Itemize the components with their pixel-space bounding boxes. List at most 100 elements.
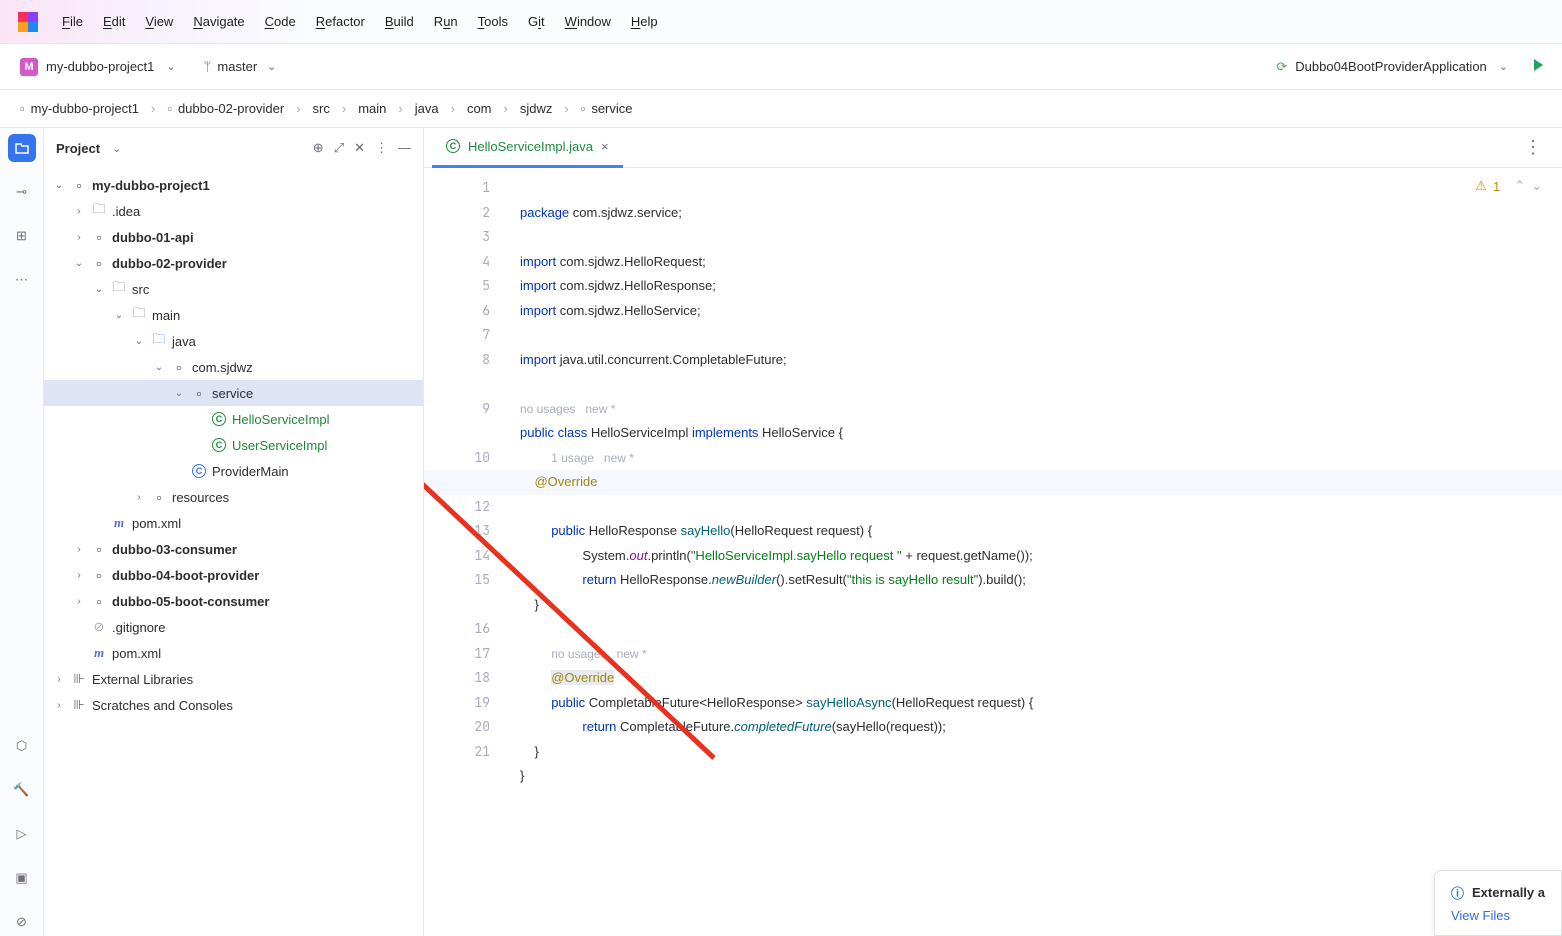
menu-navigate[interactable]: Navigate [183,10,254,33]
module-icon: ▫ [90,256,108,271]
close-icon[interactable]: × [601,139,609,154]
tree-node-root[interactable]: ⌄▫my-dubbo-project1 [44,172,423,198]
module-icon: ▫ [90,594,108,609]
chevron-down-icon[interactable]: ⌄ [112,310,126,321]
ignore-icon: ⊘ [90,619,108,635]
breadcrumb-item[interactable]: ▫my-dubbo-project1 [16,99,143,118]
terminal-tool-button[interactable]: ▣ [8,864,36,892]
project-icon: M [20,58,38,76]
select-opened-icon[interactable]: ⊕ [313,140,324,156]
tree-node[interactable]: ›🗀.idea [44,198,423,224]
chevron-right-icon: › [342,101,346,116]
maven-icon: m [90,645,108,661]
menu-tools[interactable]: Tools [468,10,518,33]
chevron-down-icon[interactable]: ⌄ [52,180,66,191]
chevron-right-icon[interactable]: › [132,492,146,503]
inspection-badge[interactable]: ⚠ 1 ⌃ ⌄ [1475,178,1542,194]
services-tool-button[interactable]: ⬡ [8,732,36,760]
chevron-right-icon[interactable]: › [52,700,66,711]
build-tool-button[interactable]: 🔨 [8,776,36,804]
scratches-icon: ⊪ [70,697,88,713]
menu-edit[interactable]: Edit [93,10,135,33]
chevron-right-icon[interactable]: › [72,544,86,555]
project-selector[interactable]: M my-dubbo-project1 ⌄ [12,54,184,80]
structure-tool-button[interactable]: ⊞ [8,222,36,250]
expand-all-icon[interactable]: ⤢ [334,140,344,156]
run-config-selector[interactable]: ⟳ Dubbo04BootProviderApplication ⌄ [1266,55,1518,79]
tree-node[interactable]: ⌄▫dubbo-02-provider [44,250,423,276]
hide-icon[interactable]: — [398,140,411,156]
breadcrumb-item[interactable]: ▫service [577,99,637,118]
chevron-down-icon[interactable]: ⌄ [112,142,121,155]
tree-node-file[interactable]: mpom.xml [44,510,423,536]
menu-run[interactable]: Run [424,10,468,33]
branch-selector[interactable]: ᛘ master ⌄ [196,55,285,78]
menu-build[interactable]: Build [375,10,424,33]
tree-node[interactable]: ›⊪Scratches and Consoles [44,692,423,718]
collapse-icon[interactable]: ✕ [354,140,365,156]
class-icon: C [446,139,460,153]
tab-options-icon[interactable]: ⋮ [1512,137,1554,158]
tree-node-file[interactable]: CProviderMain [44,458,423,484]
menu-window[interactable]: Window [555,10,621,33]
tree-node[interactable]: ⌄🗀src [44,276,423,302]
tree-node-file[interactable]: CUserServiceImpl [44,432,423,458]
menu-view[interactable]: View [135,10,183,33]
editor-tab[interactable]: C HelloServiceImpl.java × [432,128,623,168]
tree-node-file[interactable]: CHelloServiceImpl [44,406,423,432]
chevron-right-icon: › [451,101,455,116]
chevron-down-icon[interactable]: ⌄ [92,284,106,295]
run-tool-button[interactable]: ▷ [8,820,36,848]
breadcrumb-item[interactable]: ▫dubbo-02-provider [163,99,288,118]
chevron-down-icon[interactable]: ⌄ [1531,178,1542,194]
chevron-down-icon[interactable]: ⌄ [152,362,166,373]
chevron-right-icon[interactable]: › [72,596,86,607]
chevron-right-icon[interactable]: › [52,674,66,685]
view-files-link[interactable]: View Files [1451,908,1545,923]
breadcrumb-item[interactable]: sjdwz [516,99,557,118]
commit-tool-button[interactable]: ⊸ [8,178,36,206]
tree-node-file[interactable]: mpom.xml [44,640,423,666]
breadcrumb-item[interactable]: src [309,99,334,118]
chevron-right-icon: › [564,101,568,116]
code-area[interactable]: 123456789101112131415161718192021 packag… [424,168,1562,936]
run-button[interactable] [1526,53,1550,80]
tree-node[interactable]: ⌄▫com.sjdwz [44,354,423,380]
tree-node[interactable]: ⌄🗀main [44,302,423,328]
chevron-down-icon[interactable]: ⌄ [72,258,86,269]
chevron-right-icon[interactable]: › [72,570,86,581]
tree-node[interactable]: ›▫dubbo-03-consumer [44,536,423,562]
tree-node[interactable]: ›▫dubbo-04-boot-provider [44,562,423,588]
branch-icon: ᛘ [204,59,212,74]
tree-node[interactable]: ›▫dubbo-05-boot-consumer [44,588,423,614]
tree-node-file[interactable]: ⊘.gitignore [44,614,423,640]
problems-tool-button[interactable]: ⊘ [8,908,36,936]
menu-file[interactable]: File [52,10,93,33]
module-icon: ▫ [70,178,88,193]
options-icon[interactable]: ⋮ [375,140,388,156]
menu-refactor[interactable]: Refactor [306,10,375,33]
package-icon: ▫ [190,386,208,401]
breadcrumb-item[interactable]: com [463,99,496,118]
branch-name: master [217,59,257,74]
tree-node[interactable]: ›▫resources [44,484,423,510]
tree-node[interactable]: ›⊪External Libraries [44,666,423,692]
more-tool-button[interactable]: ⋯ [8,266,36,294]
chevron-down-icon[interactable]: ⌄ [132,336,146,347]
chevron-down-icon[interactable]: ⌄ [172,388,186,399]
code-content[interactable]: package com.sjdwz.service; import com.sj… [504,168,1562,936]
chevron-up-icon[interactable]: ⌃ [1514,178,1525,194]
tree-node[interactable]: ⌄🗀java [44,328,423,354]
chevron-right-icon[interactable]: › [72,206,86,217]
menu-code[interactable]: Code [255,10,306,33]
module-icon: ▫ [20,101,25,116]
tree-node[interactable]: ›▫dubbo-01-api [44,224,423,250]
breadcrumb-item[interactable]: main [354,99,390,118]
breadcrumb: ▫my-dubbo-project1 › ▫dubbo-02-provider … [0,90,1562,128]
tree-node-selected[interactable]: ⌄▫service [44,380,423,406]
breadcrumb-item[interactable]: java [411,99,443,118]
project-tool-button[interactable] [8,134,36,162]
menu-help[interactable]: Help [621,10,668,33]
chevron-right-icon[interactable]: › [72,232,86,243]
menu-git[interactable]: Git [518,10,555,33]
